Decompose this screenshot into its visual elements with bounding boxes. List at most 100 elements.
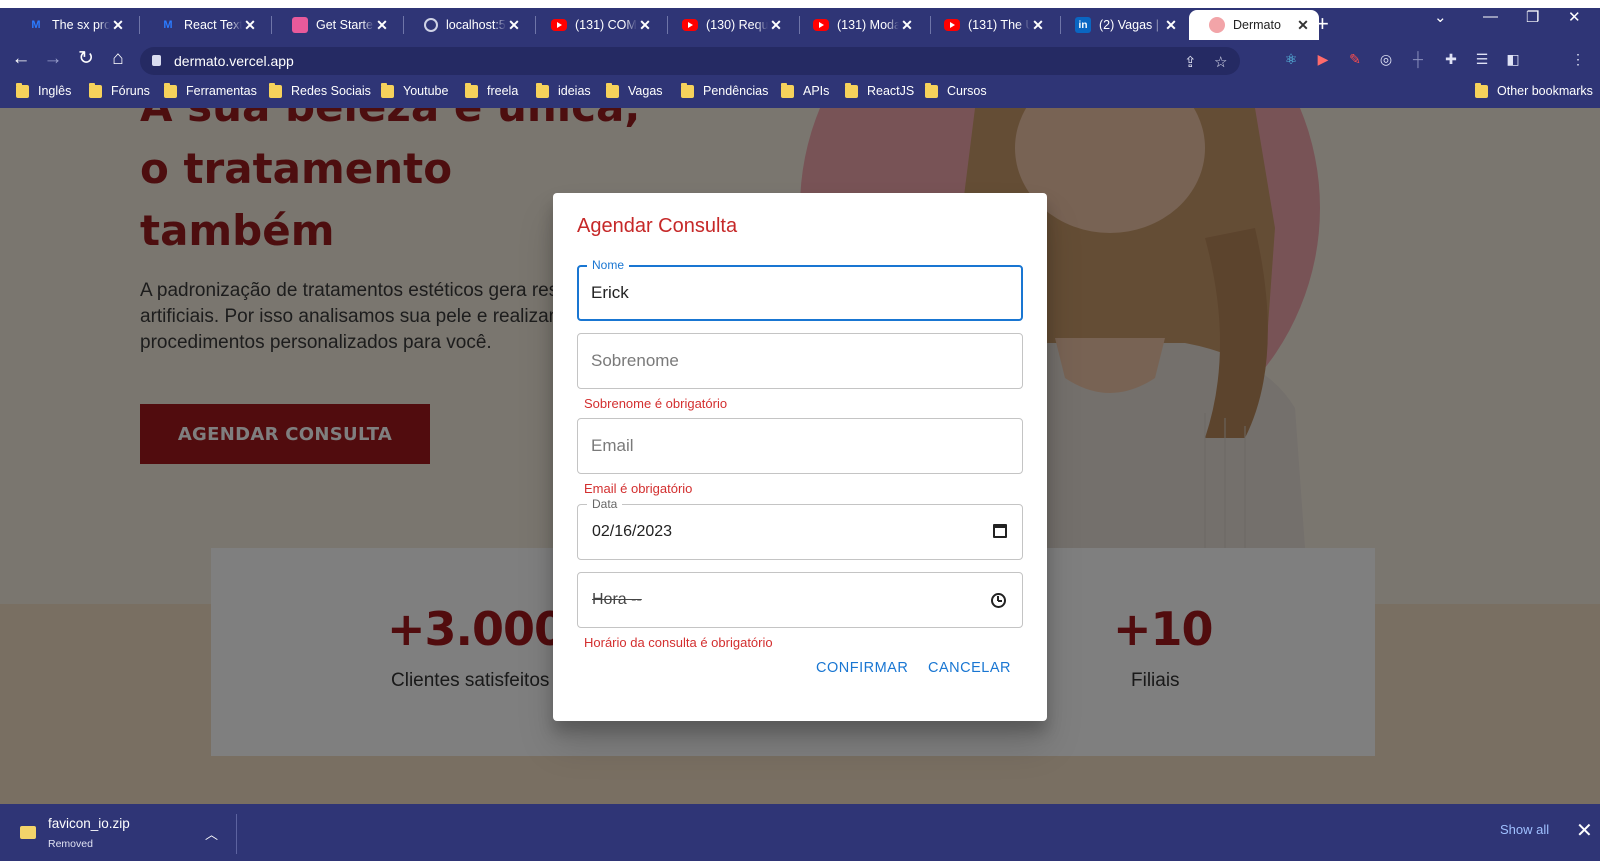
tab-strip-top-edge (0, 0, 1600, 8)
bookmark-label: Inglês (38, 84, 72, 98)
bookmarks-bar: Inglês Fóruns Ferramentas Redes Sociais … (0, 78, 1600, 108)
zip-file-icon (20, 826, 36, 839)
email-input[interactable] (591, 435, 971, 457)
close-icon[interactable]: ✕ (110, 17, 126, 34)
bookmark-folder[interactable]: Cursos (925, 82, 987, 98)
storybook-icon (292, 17, 308, 33)
cancelar-button[interactable]: CANCELAR (928, 660, 1011, 676)
bookmark-folder[interactable]: freela (465, 82, 519, 98)
mui-icon: M (31, 19, 41, 31)
tab-title: (131) Modal (837, 18, 899, 32)
forward-icon[interactable]: → (42, 48, 64, 70)
tab-dermato[interactable]: Dermato ✕ (1189, 10, 1319, 40)
menu-kebab-icon[interactable]: ⋮ (1570, 51, 1586, 67)
folder-icon (89, 82, 102, 98)
tab-sx-prop[interactable]: M The sx prop ✕ (8, 10, 134, 40)
minimize-icon[interactable]: — (1483, 8, 1498, 25)
youtube-icon (551, 19, 567, 31)
download-file-name[interactable]: favicon_io.zip (48, 816, 130, 831)
tab-youtube-ultimate[interactable]: (131) The Ult ✕ (924, 10, 1054, 40)
url-text: dermato.vercel.app (174, 53, 294, 69)
color-picker-icon[interactable]: ✎ (1347, 51, 1363, 67)
close-icon[interactable]: ✕ (506, 17, 522, 34)
window-close-icon[interactable]: ✕ (1568, 8, 1581, 26)
email-field[interactable] (577, 418, 1023, 474)
close-icon[interactable]: ✕ (1030, 17, 1046, 34)
data-value: 02/16/2023 (592, 523, 673, 540)
reload-icon[interactable]: ↻ (75, 48, 97, 70)
clock-icon[interactable] (991, 593, 1006, 608)
close-icon[interactable]: ✕ (768, 17, 784, 34)
close-icon[interactable]: ✕ (1295, 17, 1311, 34)
bookmark-folder[interactable]: Pendências (681, 82, 768, 98)
folder-icon (465, 82, 478, 98)
tab-youtube-como[interactable]: (131) COMO ✕ (531, 10, 661, 40)
bookmark-label: freela (487, 84, 519, 98)
close-icon[interactable]: ✕ (242, 17, 258, 34)
other-bookmarks[interactable]: Other bookmarks (1475, 82, 1593, 98)
tab-youtube-request[interactable]: (130) Request ✕ (662, 10, 792, 40)
bookmark-label: Other bookmarks (1497, 84, 1593, 98)
bookmark-folder[interactable]: ideias (536, 82, 591, 98)
bookmark-folder[interactable]: Ferramentas (164, 82, 257, 98)
show-all-link[interactable]: Show all (1500, 822, 1549, 837)
tab-get-started[interactable]: Get Started ✕ (272, 10, 398, 40)
hora-field[interactable]: Hora -- (577, 572, 1023, 628)
home-icon[interactable]: ⌂ (107, 48, 129, 70)
bookmark-folder[interactable]: Vagas (606, 82, 663, 98)
bookmark-star-icon[interactable]: ☆ (1214, 53, 1227, 71)
tab-linkedin-vagas[interactable]: in (2) Vagas | Li ✕ (1055, 10, 1187, 40)
lock-icon (152, 55, 161, 66)
close-icon[interactable]: ✕ (899, 17, 915, 34)
tab-localhost[interactable]: localhost:5173 ✕ (404, 10, 530, 40)
bookmark-label: Redes Sociais (291, 84, 371, 98)
tab-search-icon[interactable]: ⌄ (1434, 8, 1447, 26)
close-icon[interactable]: ✕ (374, 17, 390, 34)
tab-youtube-modal[interactable]: (131) Modal ✕ (793, 10, 923, 40)
bookmark-folder[interactable]: ReactJS (845, 82, 914, 98)
back-icon[interactable]: ← (10, 48, 32, 70)
close-icon[interactable]: ✕ (1163, 17, 1179, 34)
side-panel-icon[interactable]: ◧ (1505, 51, 1521, 67)
hora-placeholder: Hora -- (592, 591, 642, 608)
sobrenome-input[interactable] (591, 350, 971, 372)
nome-field[interactable]: Nome (577, 258, 1023, 321)
ruler-extension-icon[interactable]: ┼ (1410, 51, 1426, 67)
bookmark-folder[interactable]: Fóruns (89, 82, 150, 98)
calendar-icon[interactable] (993, 524, 1007, 538)
agendar-consulta-dialog: Agendar Consulta Nome Sobrenome é obriga… (553, 193, 1047, 721)
folder-icon (681, 82, 694, 98)
chevron-up-icon[interactable]: ︿ (205, 824, 218, 843)
bookmark-folder[interactable]: APIs (781, 82, 830, 98)
bookmark-label: APIs (803, 84, 830, 98)
download-bar: favicon_io.zip Removed ︿ Show all ✕ (0, 804, 1600, 861)
bookmark-folder[interactable]: Redes Sociais (269, 82, 371, 98)
folder-icon (606, 82, 619, 98)
bookmark-folder[interactable]: Inglês (16, 82, 72, 98)
react-devtools-icon[interactable]: ⚛ (1283, 51, 1299, 67)
bookmark-label: Youtube (403, 84, 449, 98)
tab-react-text-field[interactable]: M React Text Field ✕ (140, 10, 266, 40)
restore-icon[interactable]: ❐ (1526, 8, 1539, 26)
data-field[interactable]: Data 02/16/2023 (577, 497, 1023, 560)
target-extension-icon[interactable]: ◎ (1378, 51, 1394, 67)
sobrenome-field[interactable] (577, 333, 1023, 389)
youtube-icon (682, 19, 698, 31)
close-icon[interactable]: ✕ (1576, 818, 1593, 843)
extensions-puzzle-icon[interactable]: ✚ (1443, 51, 1459, 67)
dermato-icon (1209, 17, 1225, 33)
screen-recorder-icon[interactable]: ▶ (1315, 51, 1331, 67)
confirmar-button[interactable]: CONFIRMAR (816, 660, 908, 676)
youtube-icon (944, 19, 960, 31)
mui-icon: M (163, 19, 173, 31)
download-status: Removed (48, 838, 93, 850)
new-tab-button[interactable]: + (1316, 12, 1329, 36)
globe-icon (424, 18, 438, 32)
address-bar[interactable]: dermato.vercel.app ⇪ ☆ (140, 47, 1240, 75)
nome-input[interactable] (591, 282, 971, 304)
close-icon[interactable]: ✕ (637, 17, 653, 34)
bookmark-folder[interactable]: Youtube (381, 82, 449, 98)
linkedin-icon: in (1075, 17, 1091, 33)
reading-list-icon[interactable]: ☰ (1474, 51, 1490, 67)
share-icon[interactable]: ⇪ (1184, 53, 1197, 71)
